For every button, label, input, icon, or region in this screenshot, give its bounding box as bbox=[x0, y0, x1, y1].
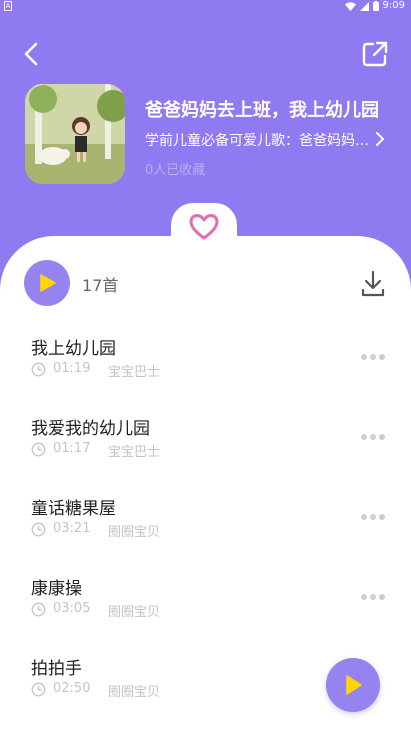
wifi-icon bbox=[344, 1, 356, 11]
track-name: 康康操 bbox=[31, 579, 82, 599]
track-artist: 圈圈宝贝 bbox=[108, 605, 161, 620]
heart-icon bbox=[189, 214, 219, 240]
more-options-button[interactable] bbox=[361, 594, 385, 602]
track-name: 我爱我的幼儿园 bbox=[31, 419, 150, 439]
track-duration: 02:50 bbox=[53, 681, 91, 696]
notification-icon: A bbox=[4, 1, 12, 11]
status-time: 9:09 bbox=[382, 0, 405, 11]
play-icon bbox=[346, 675, 362, 695]
clock-icon bbox=[31, 362, 46, 377]
clock-icon bbox=[31, 522, 46, 537]
download-button[interactable] bbox=[361, 270, 385, 298]
album-title: 爸爸妈妈去上班，我上幼儿园 bbox=[145, 100, 379, 121]
track-row[interactable]: 童话糖果屋 03:21 圈圈宝贝 bbox=[0, 494, 411, 564]
track-duration: 03:05 bbox=[53, 601, 91, 616]
collect-count: 0人已收藏 bbox=[145, 163, 206, 178]
play-icon bbox=[40, 274, 56, 292]
track-count: 17首 bbox=[82, 276, 119, 295]
chevron-right-icon[interactable] bbox=[373, 130, 387, 148]
clock-icon bbox=[31, 602, 46, 617]
signal-icon bbox=[359, 1, 369, 11]
battery-icon bbox=[372, 1, 379, 11]
more-options-button[interactable] bbox=[361, 354, 385, 362]
track-name: 童话糖果屋 bbox=[31, 499, 116, 519]
album-description[interactable]: 学前儿童必备可爱儿歌：爸爸妈妈去上班，我上幼儿园 bbox=[145, 130, 371, 150]
clock-icon bbox=[31, 442, 46, 457]
clock-icon bbox=[31, 682, 46, 697]
track-duration: 01:17 bbox=[53, 441, 91, 456]
status-bar: A 9:09 bbox=[0, 0, 411, 14]
floating-play-button[interactable] bbox=[326, 658, 380, 712]
track-duration: 03:21 bbox=[53, 521, 91, 536]
track-row[interactable]: 我上幼儿园 01:19 宝宝巴士 bbox=[0, 334, 411, 404]
track-duration: 01:19 bbox=[53, 361, 91, 376]
more-options-button[interactable] bbox=[361, 434, 385, 442]
track-artist: 圈圈宝贝 bbox=[108, 525, 161, 540]
track-row[interactable]: 我爱我的幼儿园 01:17 宝宝巴士 bbox=[0, 414, 411, 484]
album-cover bbox=[25, 84, 125, 184]
track-artist: 圈圈宝贝 bbox=[108, 685, 161, 700]
favorite-button[interactable] bbox=[171, 203, 237, 243]
play-all-button[interactable] bbox=[24, 260, 70, 306]
more-options-button[interactable] bbox=[361, 514, 385, 522]
track-artist: 宝宝巴士 bbox=[108, 445, 161, 460]
track-row[interactable]: 康康操 03:05 圈圈宝贝 bbox=[0, 574, 411, 644]
track-artist: 宝宝巴士 bbox=[108, 365, 161, 380]
track-name: 拍拍手 bbox=[31, 659, 82, 679]
track-name: 我上幼儿园 bbox=[31, 339, 116, 359]
back-button[interactable] bbox=[18, 38, 46, 70]
share-button[interactable] bbox=[361, 40, 389, 68]
